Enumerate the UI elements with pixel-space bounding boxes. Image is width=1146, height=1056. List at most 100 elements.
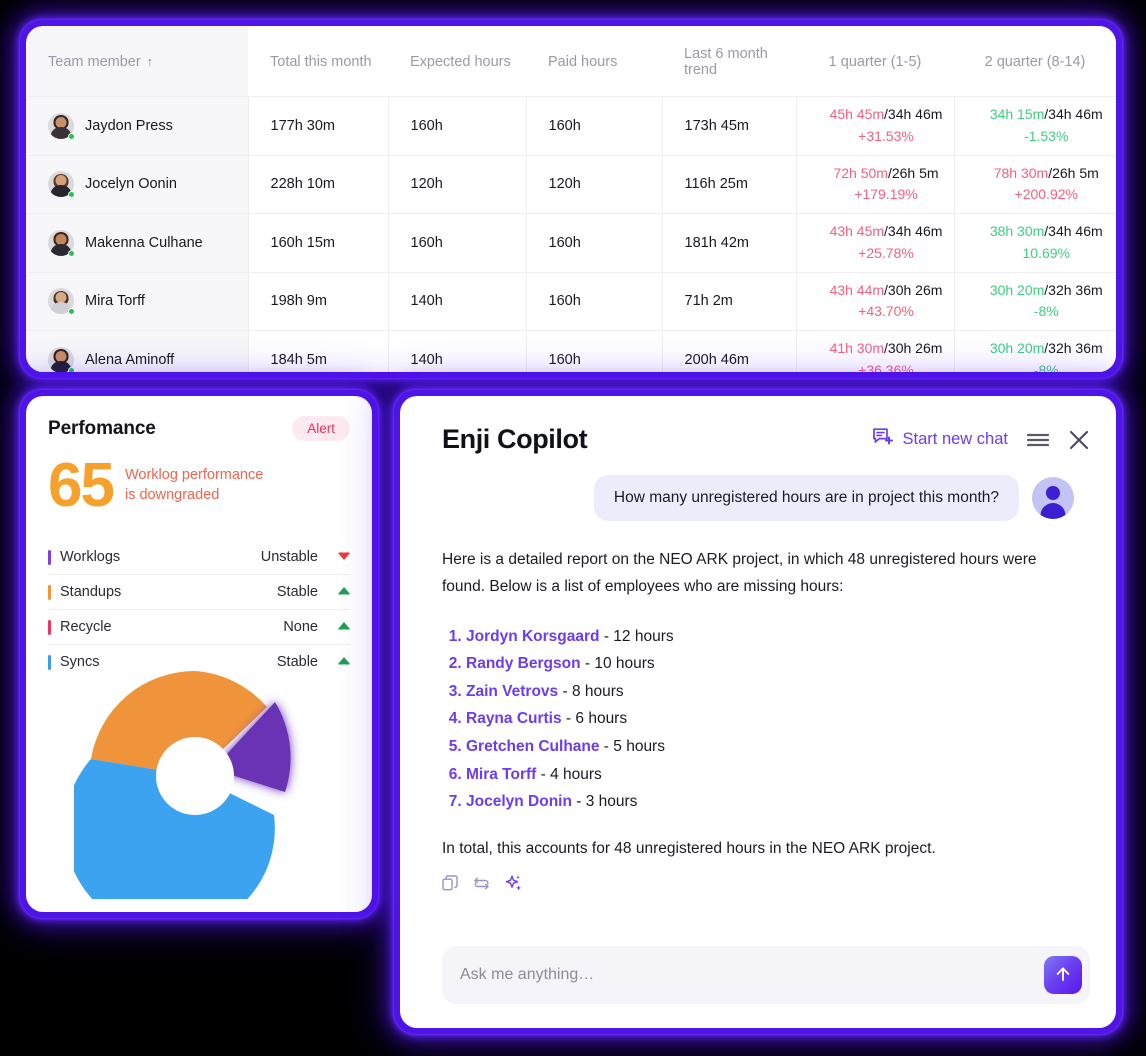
status-dot-online (68, 367, 75, 372)
cell-quarter-1: 45h 45m/34h 46m +31.53% (795, 96, 954, 155)
ask-input[interactable] (460, 954, 1044, 996)
column-header-last-6-month-trend[interactable]: Last 6 month trend (662, 26, 796, 97)
alert-badge[interactable]: Alert (292, 416, 350, 441)
cell-total-this-month: 184h 5m (247, 330, 388, 372)
copilot-input-area (400, 936, 1116, 1028)
column-header-team-member[interactable]: Team member ↑ (26, 26, 248, 97)
column-header-2-quarter[interactable]: 2 quarter (8-14) (954, 26, 1116, 97)
close-icon[interactable] (1068, 429, 1090, 451)
quarter-1-actual: 72h 50m (833, 164, 888, 181)
sparkle-icon[interactable] (504, 874, 523, 893)
employee-name[interactable]: Mira Torff (466, 766, 536, 783)
column-header-paid-hours[interactable]: Paid hours (526, 26, 662, 97)
cell-team-member[interactable]: Mira Torff (26, 271, 248, 331)
employee-hours: - 3 hours (571, 793, 638, 811)
quarter-2-percent: -1.53% (1024, 127, 1069, 144)
performance-score-description: Worklog performance is downgraded (125, 466, 263, 504)
employee-name[interactable]: Jocelyn Donin (466, 793, 572, 810)
quarter-1-percent: +31.53% (858, 127, 914, 144)
table-row[interactable]: Makenna Culhane 160h 15m 160h 160h 181h … (26, 213, 1116, 272)
metric-name: Recycle (60, 619, 112, 636)
cell-paid-hours: 160h (525, 330, 662, 372)
copilot-header: Enji Copilot Start new chat (400, 396, 1116, 459)
team-hours-table: Team member ↑ Total this month Expected h… (26, 26, 1116, 372)
table-header: Team member ↑ Total this month Expected h… (26, 26, 1116, 97)
quarter-2-actual: 30h 20m (989, 340, 1045, 357)
copilot-card-inner: Enji Copilot Start new chat How many unr… (400, 396, 1116, 1028)
employee-hours: - 4 hours (536, 765, 602, 783)
quarter-1-actual: 43h 44m (829, 281, 885, 298)
arrow-up-icon (1054, 965, 1072, 986)
cell-paid-hours: 160h (525, 96, 662, 155)
quarter-2-hours: 78h 30m/26h 5m (977, 163, 1117, 185)
send-button[interactable] (1044, 956, 1082, 994)
ask-input-row (442, 946, 1090, 1004)
message-action-icons (442, 874, 1074, 893)
metric-row-recycle[interactable]: Recycle None (48, 610, 350, 646)
start-new-chat-button[interactable]: Start new chat (872, 426, 1008, 453)
employee-name[interactable]: Jordyn Korsgaard (466, 628, 600, 645)
cell-paid-hours: 160h (525, 271, 662, 331)
employee-name[interactable]: Randy Bergson (466, 655, 581, 672)
metric-row-worklogs[interactable]: Worklogs Unstable (48, 540, 350, 576)
quarter-2-actual: 38h 30m (989, 223, 1045, 240)
table-row[interactable]: Mira Torff 198h 9m 140h 160h 71h 2m 43h … (26, 271, 1116, 331)
cell-team-member[interactable]: Jaydon Press (26, 96, 248, 155)
cell-quarter-1: 43h 45m/34h 46m +25.78% (795, 213, 954, 272)
sort-ascending-icon[interactable]: ↑ (147, 54, 154, 69)
column-header-1-quarter[interactable]: 1 quarter (1-5) (796, 26, 954, 97)
trend-up-icon (330, 586, 350, 598)
cell-team-member[interactable]: Makenna Culhane (26, 213, 248, 272)
member-name: Mira Torff (85, 293, 145, 310)
performance-content: Perfomance Alert 65 Worklog performance … (26, 396, 372, 912)
metric-color-bar (48, 619, 51, 635)
team-hours-table-card: Team member ↑ Total this month Expected h… (20, 20, 1122, 378)
regenerate-icon[interactable] (473, 875, 490, 892)
member-name: Jaydon Press (85, 117, 173, 134)
metric-value: None (283, 619, 318, 636)
column-header-total-this-month[interactable]: Total this month (248, 26, 388, 97)
quarter-1-target: /34h 46m (884, 223, 943, 240)
member-cell: Alena Aminoff (48, 347, 248, 372)
copy-icon[interactable] (442, 874, 459, 892)
employee-name[interactable]: Gretchen Culhane (466, 738, 600, 755)
copilot-header-actions: Start new chat (872, 426, 1090, 453)
quarter-1-hours: 45h 45m/34h 46m (819, 104, 954, 126)
employee-hours: - 6 hours (561, 710, 628, 728)
cell-quarter-2: 78h 30m/26h 5m +200.92% (953, 154, 1117, 214)
user-avatar (1032, 477, 1074, 519)
assistant-employee-list: Jordyn Korsgaard - 12 hours Randy Bergso… (442, 623, 1074, 816)
metric-row-standups[interactable]: Standups Stable (48, 575, 350, 611)
list-item: Randy Bergson - 10 hours (466, 650, 1074, 678)
cell-quarter-2: 34h 15m/34h 46m -1.53% (953, 96, 1117, 155)
cell-quarter-2: 38h 30m/34h 46m 10.69% (953, 213, 1116, 272)
quarter-1-percent: +36.36% (858, 362, 914, 372)
quarter-2-percent: -8% (1033, 303, 1059, 320)
quarter-2-hours: 34h 15m/34h 46m (977, 104, 1117, 126)
employee-name[interactable]: Rayna Curtis (466, 710, 562, 727)
list-item: Jocelyn Donin - 3 hours (466, 788, 1074, 816)
cell-team-member[interactable]: Alena Aminoff (26, 330, 248, 372)
employee-name[interactable]: Zain Vetrovs (466, 683, 558, 700)
performance-card-inner: Perfomance Alert 65 Worklog performance … (26, 396, 372, 912)
column-header-expected-hours[interactable]: Expected hours (388, 26, 526, 97)
table-row[interactable]: Jocelyn Oonin 228h 10m 120h 120h 116h 25… (26, 154, 1117, 214)
table-row[interactable]: Jaydon Press 177h 30m 160h 160h 173h 45m… (26, 96, 1117, 155)
member-cell: Makenna Culhane (48, 229, 248, 257)
donut-hole (156, 737, 234, 815)
quarter-1-actual: 45h 45m (829, 106, 885, 123)
table-row[interactable]: Alena Aminoff 184h 5m 140h 160h 200h 46m… (26, 330, 1117, 372)
new-chat-icon (872, 426, 894, 453)
quarter-1-target: /34h 46m (884, 106, 943, 123)
quarter-2-hours: 30h 20m/32h 36m (977, 338, 1117, 360)
quarter-2-actual: 78h 30m (993, 164, 1049, 181)
avatar-head (1046, 486, 1060, 500)
menu-icon[interactable] (1026, 431, 1050, 449)
list-item: Jordyn Korsgaard - 12 hours (466, 623, 1074, 651)
employee-hours: - 8 hours (558, 682, 624, 700)
metric-color-bar (48, 584, 51, 600)
quarter-1-target: /26h 5m (887, 164, 939, 181)
cell-last-6-month-trend: 181h 42m (661, 213, 796, 272)
cell-team-member[interactable]: Jocelyn Oonin (26, 154, 248, 214)
avatar (48, 229, 75, 257)
